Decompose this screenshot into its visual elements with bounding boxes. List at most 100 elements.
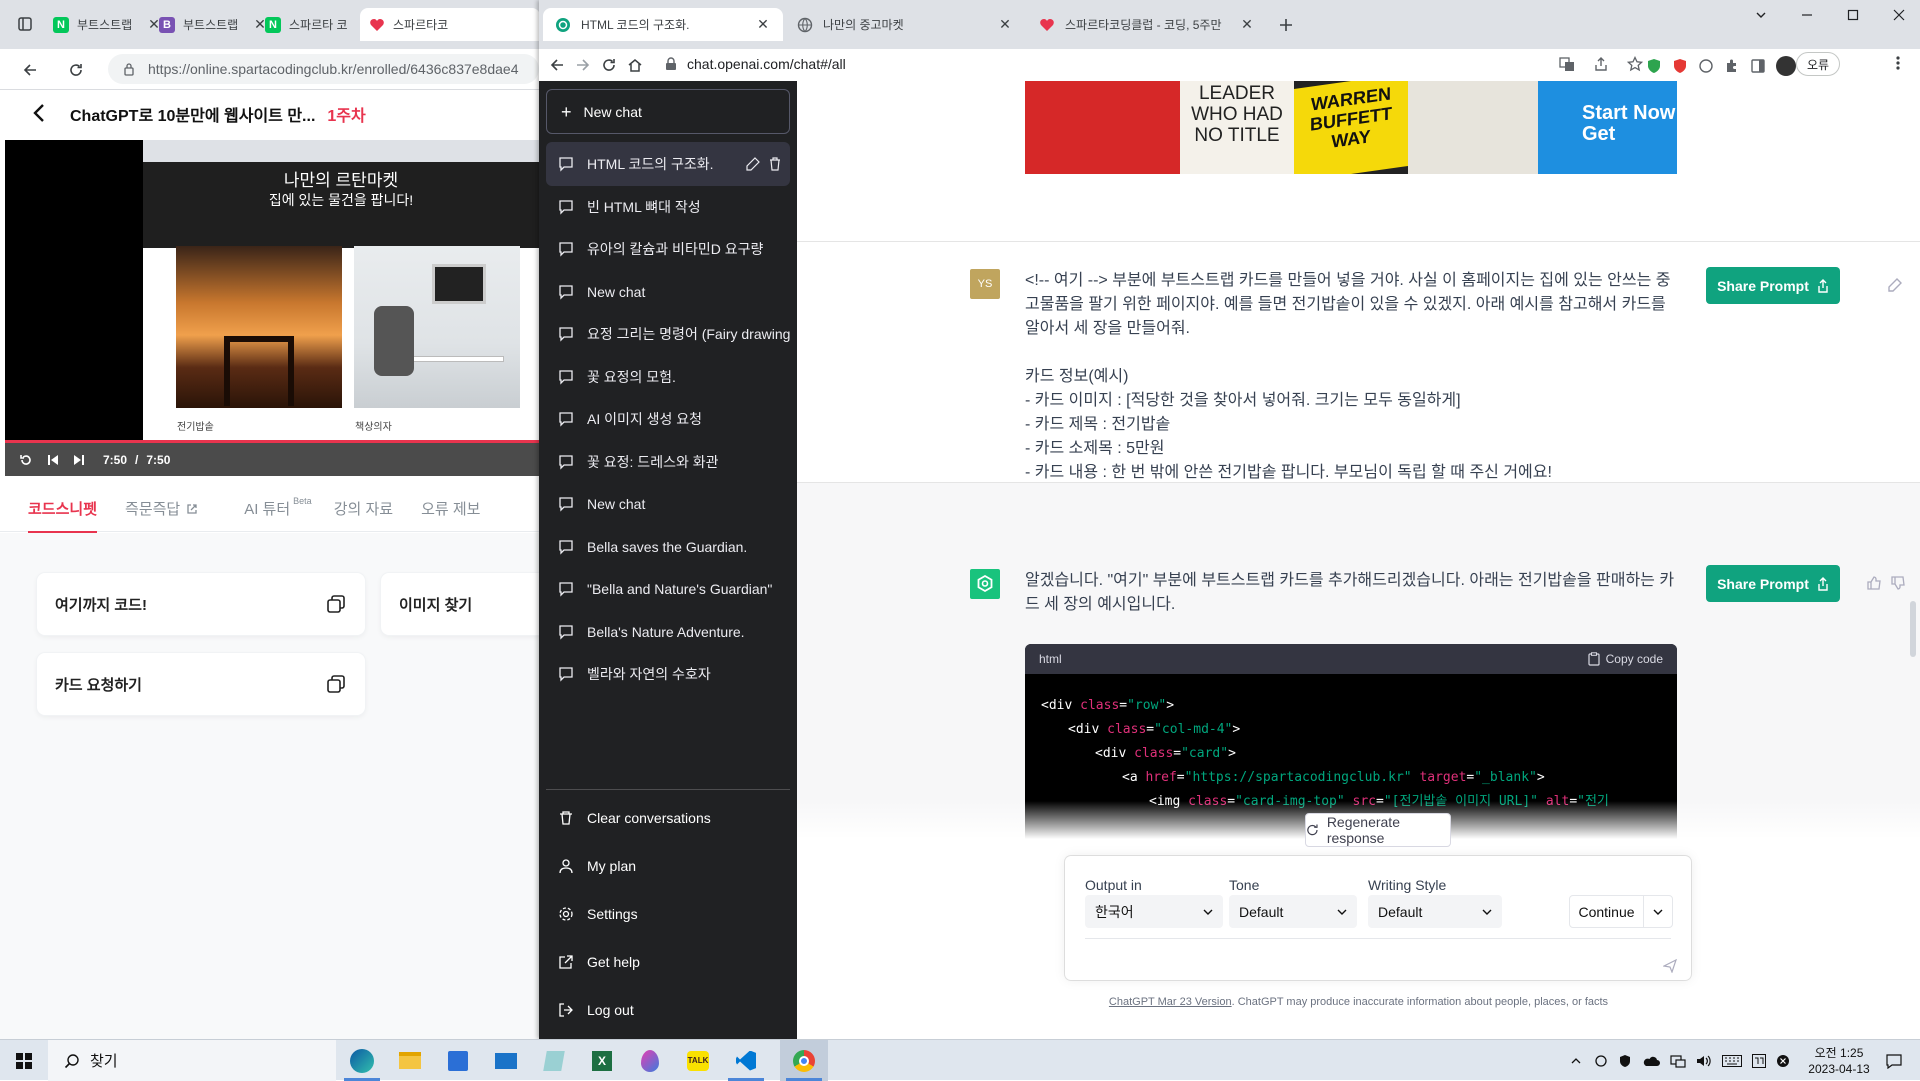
taskbar-search[interactable]: 찾기 (48, 1040, 336, 1081)
sidebar-history-item[interactable]: HTML 코드의 구조화. (546, 142, 790, 186)
excel-icon[interactable]: X (578, 1040, 626, 1081)
edit-icon[interactable] (1887, 277, 1903, 293)
tab-ai-tutor[interactable]: AI 튜터 Beta (244, 486, 311, 532)
share-prompt-button[interactable]: Share Prompt (1706, 565, 1840, 602)
copy-icon[interactable] (327, 595, 345, 613)
vscode-icon[interactable] (722, 1040, 770, 1081)
snippet-card[interactable]: 카드 요청하기 (37, 653, 365, 715)
sidebar-history-item[interactable]: 유아의 칼슘과 비타민D 요구량 (546, 227, 790, 271)
chevron-up-icon[interactable] (1570, 1055, 1582, 1067)
tray-app-icon[interactable] (1594, 1054, 1608, 1068)
sidebar-history-item[interactable]: 요정 그리는 명령어 (Fairy drawing) (546, 312, 790, 356)
side-panel-icon[interactable] (1750, 58, 1766, 74)
network-icon[interactable] (1670, 1054, 1686, 1068)
left-tab-4[interactable]: 스파르타코 (360, 8, 539, 41)
new-tab-icon[interactable] (1274, 13, 1298, 37)
thumbs-down-icon[interactable] (1890, 575, 1906, 591)
puzzle-icon[interactable] (1724, 58, 1740, 74)
volume-icon[interactable] (1696, 1054, 1712, 1068)
store-icon[interactable] (434, 1040, 482, 1081)
edge-icon[interactable] (338, 1040, 386, 1081)
extension-shield-icon[interactable] (1646, 58, 1662, 74)
copy-code-button[interactable]: Copy code (1588, 652, 1663, 666)
get-help-button[interactable]: Get help (546, 940, 790, 984)
close-icon[interactable]: ✕ (997, 16, 1013, 33)
address-bar[interactable]: https://online.spartacodingclub.kr/enrol… (108, 54, 539, 84)
sidebar-history-item[interactable]: Bella's Nature Adventure. (546, 610, 790, 654)
file-explorer-icon[interactable] (386, 1040, 434, 1081)
extension-red-icon[interactable] (1672, 58, 1688, 74)
chevron-down-icon[interactable] (1644, 907, 1672, 917)
close-circle-icon[interactable] (1776, 1054, 1790, 1068)
forward-icon[interactable] (571, 53, 595, 77)
maximize-icon[interactable] (1830, 0, 1876, 30)
tab-sparta[interactable]: 스파르타코딩클럽 - 코딩, 5주만 ✕ (1027, 8, 1267, 41)
close-icon[interactable]: ✕ (1239, 16, 1255, 33)
sidebar-history-item[interactable]: 꽃 요정: 드레스와 화관 (546, 440, 790, 484)
back-icon[interactable] (18, 58, 42, 82)
sidebar-history-item[interactable]: "Bella and Nature's Guardian" (546, 567, 790, 611)
footer-version-link[interactable]: ChatGPT Mar 23 Version (1109, 996, 1232, 1008)
send-icon[interactable] (1663, 959, 1677, 973)
tab-qna[interactable]: 즉문즉답 (125, 486, 198, 532)
tab-code-snippet[interactable]: 코드스니펫 (28, 486, 98, 533)
ime-icon[interactable] (1752, 1053, 1766, 1068)
settings-button[interactable]: Settings (546, 892, 790, 936)
tab-lecture-materials[interactable]: 강의 자료 (334, 486, 393, 532)
tab-search-icon[interactable] (13, 12, 37, 36)
mail-icon[interactable] (482, 1040, 530, 1081)
sidebar-history-item[interactable]: 빈 HTML 뼈대 작성 (546, 185, 790, 229)
close-icon[interactable]: ✕ (755, 16, 771, 33)
sticky-notes-icon[interactable] (530, 1040, 578, 1081)
sidebar-history-item[interactable]: 꽃 요정의 모험. (546, 355, 790, 399)
scrollbar[interactable] (1910, 601, 1916, 657)
sidebar-history-item[interactable]: New chat (546, 482, 790, 526)
home-icon[interactable] (623, 53, 647, 77)
menu-dots-icon[interactable] (1896, 55, 1900, 71)
bookmark-star-icon[interactable] (1627, 56, 1643, 72)
tone-select[interactable]: Default (1229, 895, 1357, 928)
notification-icon[interactable] (1886, 1053, 1902, 1069)
regenerate-response-button[interactable]: Regenerate response (1305, 813, 1451, 847)
chrome-icon[interactable] (780, 1040, 828, 1081)
keyboard-icon[interactable] (1722, 1054, 1742, 1067)
kakaotalk-icon[interactable]: TALK (674, 1040, 722, 1081)
tab-market[interactable]: 나만의 중고마켓 ✕ (785, 8, 1025, 41)
address-bar[interactable]: chat.openai.com/chat#/all (651, 49, 1531, 79)
replay-icon[interactable] (19, 453, 33, 467)
snippet-card[interactable]: 여기까지 코드! (37, 573, 365, 635)
share-icon[interactable] (1593, 56, 1609, 72)
trash-icon[interactable] (768, 157, 782, 171)
log-out-button[interactable]: Log out (546, 988, 790, 1032)
thumbs-up-icon[interactable] (1866, 575, 1882, 591)
clear-conversations-button[interactable]: Clear conversations (546, 796, 790, 840)
snippet-card[interactable]: 이미지 찾기 (381, 573, 539, 635)
extension-gray-icon[interactable] (1698, 58, 1714, 74)
close-window-icon[interactable] (1876, 0, 1920, 30)
sidebar-history-item[interactable]: Bella saves the Guardian. (546, 525, 790, 569)
edit-icon[interactable] (746, 157, 760, 171)
output-in-select[interactable]: 한국어 (1085, 895, 1223, 928)
translate-icon[interactable] (1559, 56, 1575, 72)
video-player[interactable]: 나만의 르탄마켓 집에 있는 물건을 팝니다! 전기밥솥 책상의자 7:50 /… (5, 140, 539, 476)
clock[interactable]: 오전 1:25 2023-04-13 (1800, 1045, 1878, 1077)
back-icon[interactable] (545, 53, 569, 77)
sidebar-history-item[interactable]: AI 이미지 생성 요청 (546, 397, 790, 441)
onedrive-icon[interactable] (1642, 1055, 1660, 1067)
reload-icon[interactable] (597, 53, 621, 77)
profile-error-button[interactable]: 오류 (1796, 52, 1841, 76)
continue-button[interactable]: Continue (1569, 895, 1673, 928)
tab-search-chevron-icon[interactable] (1738, 0, 1784, 30)
my-plan-button[interactable]: My plan (546, 844, 790, 888)
windows-start-icon[interactable] (0, 1040, 48, 1081)
reload-icon[interactable] (64, 58, 88, 82)
sidebar-history-item[interactable]: 벨라와 자연의 수호자 (546, 652, 790, 696)
sidebar-history-item[interactable]: New chat (546, 270, 790, 314)
minimize-icon[interactable] (1784, 0, 1830, 30)
writing-style-select[interactable]: Default (1368, 895, 1502, 928)
prev-icon[interactable] (47, 454, 59, 466)
avatar[interactable] (1776, 56, 1796, 76)
back-arrow-icon[interactable] (30, 102, 48, 124)
tab-error-report[interactable]: 오류 제보 (421, 486, 480, 532)
tab-chatgpt[interactable]: HTML 코드의 구조화. ✕ (543, 8, 783, 41)
